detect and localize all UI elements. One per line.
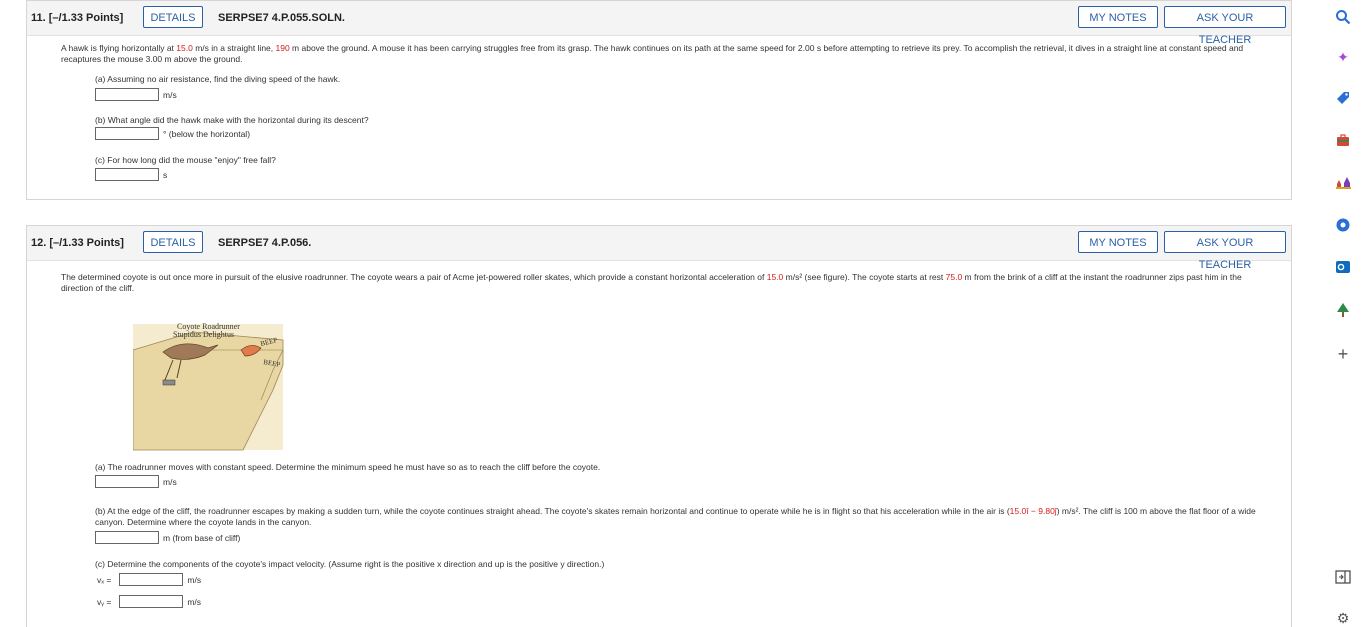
vx-label: vₓ = bbox=[97, 574, 112, 585]
question-number: 12. [–/1.33 Points] bbox=[31, 237, 124, 249]
panel-icon[interactable] bbox=[1334, 568, 1352, 586]
unit-label: m/s bbox=[163, 476, 177, 487]
my-notes-button[interactable]: MY NOTES bbox=[1078, 231, 1158, 253]
part-a-prompt: (a) Assuming no air resistance, find the… bbox=[95, 74, 341, 84]
answer-input-b[interactable] bbox=[95, 127, 159, 140]
vy-answer: vᵧ = m/s bbox=[95, 595, 201, 608]
question-text: The determined coyote is out once more i… bbox=[61, 272, 1271, 294]
question-11-header: 11. [–/1.33 Points] DETAILS SERPSE7 4.P.… bbox=[27, 1, 1291, 46]
answer-input-b[interactable] bbox=[95, 531, 159, 544]
unit-label: s bbox=[163, 169, 168, 180]
plus-icon[interactable]: + bbox=[1334, 344, 1352, 364]
briefcase-icon-glyph bbox=[1337, 134, 1349, 146]
outlook-icon[interactable] bbox=[1334, 258, 1352, 276]
chess-icon-glyph bbox=[1336, 177, 1351, 189]
vx-answer: vₓ = m/s bbox=[95, 573, 201, 586]
question-12-card: 12. [–/1.33 Points] DETAILS SERPSE7 4.P.… bbox=[26, 225, 1292, 627]
part-c-answer: s bbox=[95, 168, 167, 181]
main-content: 11. [–/1.33 Points] DETAILS SERPSE7 4.P.… bbox=[0, 0, 1300, 627]
question-id: SERPSE7 4.P.055.SOLN. bbox=[218, 12, 345, 24]
ask-teacher-button[interactable]: ASK YOUR TEACHER bbox=[1164, 6, 1286, 46]
chess-icon[interactable] bbox=[1334, 173, 1352, 191]
answer-input-a[interactable] bbox=[95, 475, 159, 488]
part-b-prompt: (b) What angle did the hawk make with th… bbox=[95, 115, 369, 125]
part-b-answer: ° (below the horizontal) bbox=[95, 127, 250, 140]
part-a-prompt: (a) The roadrunner moves with constant s… bbox=[95, 462, 601, 472]
unit-label: ° (below the horizontal) bbox=[163, 128, 251, 139]
unit-label: m (from base of cliff) bbox=[163, 532, 241, 543]
question-text: A hawk is flying horizontally at 15.0 m/… bbox=[61, 43, 1271, 65]
text-segment: m/s² (see figure). The coyote starts at … bbox=[783, 272, 946, 282]
answer-input-vx[interactable] bbox=[119, 573, 184, 586]
roller-skate bbox=[162, 379, 176, 386]
distance-value: 75.0 bbox=[945, 272, 963, 282]
tree-icon[interactable] bbox=[1334, 301, 1352, 319]
my-notes-button[interactable]: MY NOTES bbox=[1078, 6, 1158, 28]
sparkle-icon[interactable]: ✦ bbox=[1334, 48, 1352, 66]
vy-label: vᵧ = bbox=[97, 596, 112, 607]
figure-illustration: Coyote Roadrunner Stupidus Delightus BEE… bbox=[132, 322, 284, 451]
acceleration-value: 15.0 bbox=[766, 272, 784, 282]
question-12-header: 12. [–/1.33 Points] DETAILS SERPSE7 4.P.… bbox=[27, 226, 1291, 271]
question-id: SERPSE7 4.P.056. bbox=[218, 237, 312, 249]
gear-icon[interactable]: ⚙ bbox=[1334, 609, 1352, 627]
part-b-answer: m (from base of cliff) bbox=[95, 531, 240, 544]
outlook-icon-glyph bbox=[1336, 261, 1350, 273]
text-segment: A hawk is flying horizontally at bbox=[61, 43, 177, 53]
text-segment: The determined coyote is out once more i… bbox=[61, 272, 767, 282]
hawk-height-value: 190 bbox=[275, 43, 290, 53]
text-segment: (b) At the edge of the cliff, the roadru… bbox=[95, 506, 1010, 516]
answer-input-c[interactable] bbox=[95, 168, 159, 181]
question-number: 11. [–/1.33 Points] bbox=[31, 12, 124, 24]
tag-icon[interactable] bbox=[1334, 89, 1352, 107]
circle-icon-glyph bbox=[1336, 218, 1350, 232]
answer-input-vy[interactable] bbox=[119, 595, 184, 608]
hawk-speed-value: 15.0 bbox=[176, 43, 193, 53]
search-icon-glyph bbox=[1336, 10, 1351, 25]
unit-label: m/s bbox=[163, 89, 177, 100]
briefcase-icon[interactable] bbox=[1334, 131, 1352, 149]
part-c-prompt: (c) Determine the components of the coyo… bbox=[95, 559, 605, 569]
panel-icon-glyph bbox=[1335, 570, 1351, 584]
ask-teacher-button[interactable]: ASK YOUR TEACHER bbox=[1164, 231, 1286, 271]
unit-label: m/s bbox=[187, 574, 202, 585]
search-icon[interactable] bbox=[1334, 8, 1352, 26]
browser-sidebar bbox=[1300, 0, 1366, 627]
details-button[interactable]: DETAILS bbox=[143, 231, 203, 253]
text-segment: m/s in a straight line, bbox=[192, 43, 276, 53]
question-11-card: 11. [–/1.33 Points] DETAILS SERPSE7 4.P.… bbox=[26, 0, 1292, 200]
part-c-prompt: (c) For how long did the mouse "enjoy" f… bbox=[95, 155, 276, 165]
circle-icon[interactable] bbox=[1334, 216, 1352, 234]
answer-input-a[interactable] bbox=[95, 88, 159, 101]
figure-label-2: Stupidus Delightus bbox=[173, 330, 234, 339]
part-a-answer: m/s bbox=[95, 475, 177, 488]
tag-icon-glyph bbox=[1337, 92, 1349, 104]
part-a-answer: m/s bbox=[95, 88, 177, 101]
part-b-prompt: (b) At the edge of the cliff, the roadru… bbox=[95, 506, 1271, 528]
details-button[interactable]: DETAILS bbox=[143, 6, 203, 28]
unit-label: m/s bbox=[187, 596, 202, 607]
tree-icon-glyph bbox=[1337, 303, 1349, 317]
coyote-roadrunner-figure: Coyote Roadrunner Stupidus Delightus BEE… bbox=[132, 310, 313, 460]
acceleration-vector: 15.0î − 9.80ĵ bbox=[1009, 506, 1057, 516]
